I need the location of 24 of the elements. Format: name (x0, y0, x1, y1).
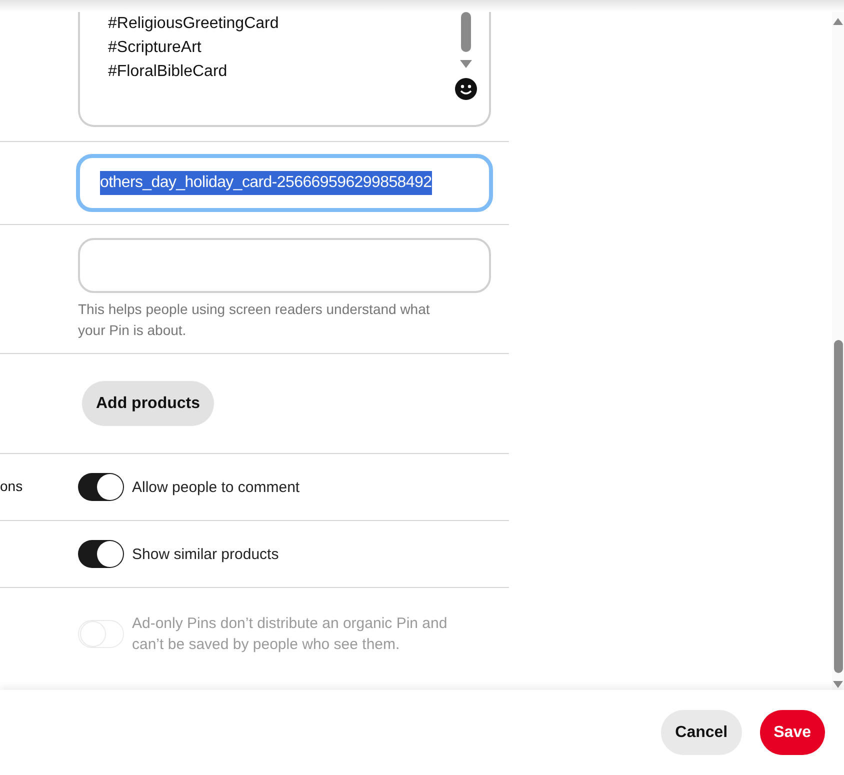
link-text: others_day_holiday_card-256669596299858492 (100, 171, 432, 195)
description-field[interactable]: #ReligiousGreetingCard #ScriptureArt #FloralBibleCard (78, 12, 491, 127)
setting-text: Allow people to comment (132, 478, 301, 498)
link-field[interactable]: others_day_holiday_card-256669596299858492 (76, 154, 493, 212)
hashtag-text: #FloralBibleCard (108, 62, 228, 82)
hashtag-text: #ReligiousGreetingCard (108, 14, 280, 34)
scrollbar-thumb[interactable] (461, 12, 471, 52)
hashtag-text: #ScriptureArt (108, 38, 202, 58)
toggle-switch[interactable] (78, 540, 124, 568)
setting-label: ons (0, 478, 23, 494)
setting-text: Show similar products (132, 544, 280, 564)
toggle-switch[interactable] (78, 473, 124, 501)
scrollbar-thumb[interactable] (834, 340, 842, 673)
setting-text: Ad-only Pins don’t distribute an organic Pin and can’t be saved by people who see them. (132, 614, 448, 655)
scroll-up-arrow-icon[interactable] (833, 18, 843, 25)
save-button[interactable]: Save (760, 710, 825, 755)
add-products-button[interactable]: Add products (82, 381, 214, 426)
page-scrollbar[interactable] (832, 12, 844, 690)
help-text: This helps people using screen readers understand what your Pin is about. (78, 300, 431, 340)
cancel-button[interactable]: Cancel (661, 710, 742, 755)
scroll-down-arrow-icon[interactable] (833, 681, 843, 688)
scroll-down-arrow-icon[interactable] (460, 60, 472, 68)
emoji-icon[interactable] (455, 78, 477, 100)
alt-text-field[interactable] (78, 238, 491, 293)
